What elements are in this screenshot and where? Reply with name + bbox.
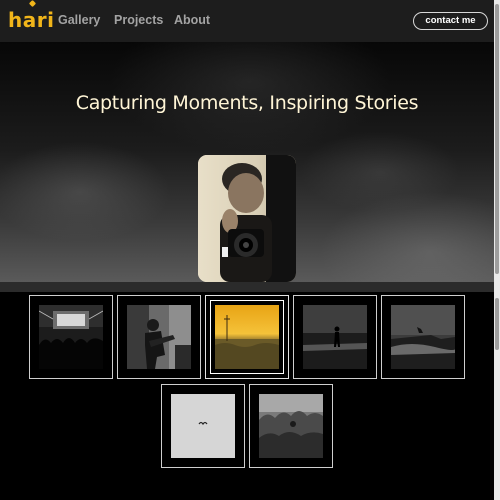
gallery-item-sunset-field[interactable]: [205, 295, 289, 379]
bushes-thumbnail: [259, 394, 323, 458]
gallery-item-bird-sky[interactable]: [161, 384, 245, 468]
gallery-item-bushes[interactable]: [249, 384, 333, 468]
beach-silhouette-thumbnail: [303, 305, 367, 369]
logo[interactable]: hari: [8, 8, 54, 32]
portrait-photo: [198, 155, 296, 282]
sunset-field-thumbnail: [215, 305, 279, 369]
guitarist-thumbnail: [127, 305, 191, 369]
gallery-item-concert[interactable]: [29, 295, 113, 379]
scrollbar-thumb-secondary[interactable]: [495, 298, 499, 350]
gallery-item-shore-surfer[interactable]: [381, 295, 465, 379]
nav-link-about[interactable]: About: [174, 13, 210, 27]
hero-title: Capturing Moments, Inspiring Stories: [75, 92, 419, 114]
hero-section: Capturing Moments, Inspiring Stories: [0, 42, 494, 282]
scrollbar-thumb[interactable]: [495, 4, 499, 274]
bird-sky-thumbnail: [171, 394, 235, 458]
logo-text: hari: [8, 8, 55, 32]
contact-me-button[interactable]: contact me: [413, 12, 488, 30]
concert-thumbnail: [39, 305, 103, 369]
shore-surfer-thumbnail: [391, 305, 455, 369]
divider-band: [0, 282, 494, 292]
navbar: hari Gallery Projects About contact me: [0, 0, 494, 42]
logo-spark-icon: [28, 0, 37, 8]
nav-link-projects[interactable]: Projects: [114, 13, 163, 27]
nav-link-gallery[interactable]: Gallery: [58, 13, 100, 27]
gallery-item-guitarist[interactable]: [117, 295, 201, 379]
gallery-item-beach-silhouette[interactable]: [293, 295, 377, 379]
